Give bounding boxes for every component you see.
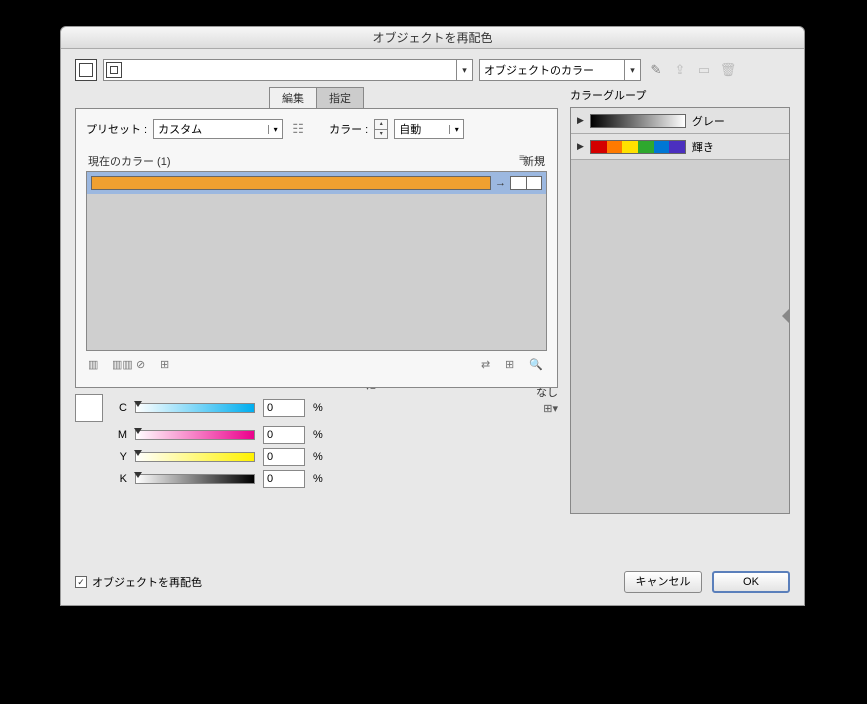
eyedropper-icon[interactable]: ✎ bbox=[647, 61, 665, 79]
gray-swatches bbox=[590, 114, 686, 128]
list-options-icon[interactable]: ≡ bbox=[519, 153, 531, 165]
result-swatch[interactable] bbox=[75, 394, 103, 422]
rainbow-swatches bbox=[590, 140, 686, 154]
trash-icon: 🗑 bbox=[719, 61, 737, 79]
cmyk-sliders: なし ⊞▾ C 0 % ▾≡ M 0 % bbox=[75, 388, 558, 488]
triangle-right-icon: ▶ bbox=[577, 141, 584, 152]
exclude-icon[interactable]: ⊘ bbox=[136, 357, 152, 371]
color-count-label: カラー : bbox=[329, 121, 368, 137]
ok-button[interactable]: OK bbox=[712, 571, 790, 593]
color-count-select[interactable]: 自動 ▾ bbox=[394, 119, 464, 139]
list-menu-icon[interactable]: ▭ bbox=[535, 153, 547, 165]
k-slider[interactable] bbox=[135, 474, 255, 484]
cancel-button[interactable]: キャンセル bbox=[624, 571, 702, 593]
mode-tabs: 編集 指定 bbox=[75, 87, 558, 109]
arrow-right-icon: → bbox=[495, 177, 506, 189]
top-toolbar: ▾ オブジェクトのカラー ▾ ✎ ⇪ ▭ 🗑 bbox=[61, 49, 804, 87]
grid-icon[interactable]: ⊞▾ bbox=[543, 402, 558, 415]
color-group-list: ▶ グレー ▶ 輝き bbox=[570, 107, 790, 514]
merge-icon[interactable]: ▥ bbox=[88, 357, 104, 371]
triangle-right-icon: ▶ bbox=[577, 115, 584, 126]
c-label: C bbox=[111, 402, 127, 414]
chevron-down-icon: ▾ bbox=[268, 125, 282, 134]
m-slider[interactable] bbox=[135, 430, 255, 440]
save-group-icon: ⇪ bbox=[671, 61, 689, 79]
c-slider[interactable] bbox=[135, 403, 255, 413]
randomize-order-icon[interactable]: ⇄ bbox=[481, 357, 497, 371]
separate-icon[interactable]: ▥▥ bbox=[112, 357, 128, 371]
chevron-down-icon: ▾ bbox=[456, 60, 472, 80]
new-color-swatch[interactable] bbox=[510, 176, 542, 190]
k-label: K bbox=[111, 473, 127, 485]
tab-edit[interactable]: 編集 bbox=[269, 87, 317, 109]
collapse-handle-icon[interactable] bbox=[782, 308, 790, 324]
artwork-combo[interactable]: ▾ bbox=[103, 59, 473, 81]
color-source-combo[interactable]: オブジェクトのカラー ▾ bbox=[479, 59, 641, 81]
color-count-stepper[interactable]: ▴▾ bbox=[374, 119, 388, 139]
color-assignment-list[interactable]: → bbox=[86, 171, 547, 351]
active-color-swatch[interactable] bbox=[75, 59, 97, 81]
folder-icon: ▭ bbox=[695, 61, 713, 79]
preset-label: プリセット : bbox=[86, 121, 147, 137]
c-input[interactable]: 0 bbox=[263, 399, 305, 417]
recolor-checkbox-label: オブジェクトを再配色 bbox=[92, 574, 202, 590]
color-groups-label: カラーグループ bbox=[570, 87, 790, 103]
chevron-down-icon: ▾ bbox=[449, 125, 463, 134]
preset-select[interactable]: カスタム ▾ bbox=[153, 119, 283, 139]
color-source-label: オブジェクトのカラー bbox=[480, 62, 624, 78]
dialog-title: オブジェクトを再配色 bbox=[61, 27, 804, 49]
find-color-icon[interactable]: 🔍 bbox=[529, 357, 545, 371]
tab-assign[interactable]: 指定 bbox=[317, 87, 364, 109]
new-row-icon[interactable]: ⊞ bbox=[160, 357, 176, 371]
preset-options-icon[interactable]: ☷ bbox=[289, 120, 307, 138]
group-label: 輝き bbox=[692, 139, 714, 155]
y-slider[interactable] bbox=[135, 452, 255, 462]
assign-panel: プリセット : カスタム ▾ ☷ カラー : ▴▾ 自動 ▾ 現在のカラー bbox=[75, 108, 558, 388]
recolor-dialog: オブジェクトを再配色 ▾ オブジェクトのカラー ▾ ✎ ⇪ ▭ 🗑 編集 指定 … bbox=[60, 26, 805, 606]
y-label: Y bbox=[111, 451, 127, 463]
m-label: M bbox=[111, 429, 127, 441]
m-input[interactable]: 0 bbox=[263, 426, 305, 444]
randomize-sat-icon[interactable]: ⊞ bbox=[505, 357, 521, 371]
color-group-item[interactable]: ▶ グレー bbox=[571, 108, 789, 134]
color-row[interactable]: → bbox=[87, 172, 546, 194]
current-colors-label: 現在のカラー (1) bbox=[88, 153, 171, 169]
current-color-swatch[interactable] bbox=[91, 176, 491, 190]
chevron-down-icon: ▾ bbox=[624, 60, 640, 80]
color-group-item[interactable]: ▶ 輝き bbox=[571, 134, 789, 160]
recolor-checkbox[interactable]: ✓ bbox=[75, 576, 87, 588]
group-label: グレー bbox=[692, 113, 725, 129]
y-input[interactable]: 0 bbox=[263, 448, 305, 466]
k-input[interactable]: 0 bbox=[263, 470, 305, 488]
